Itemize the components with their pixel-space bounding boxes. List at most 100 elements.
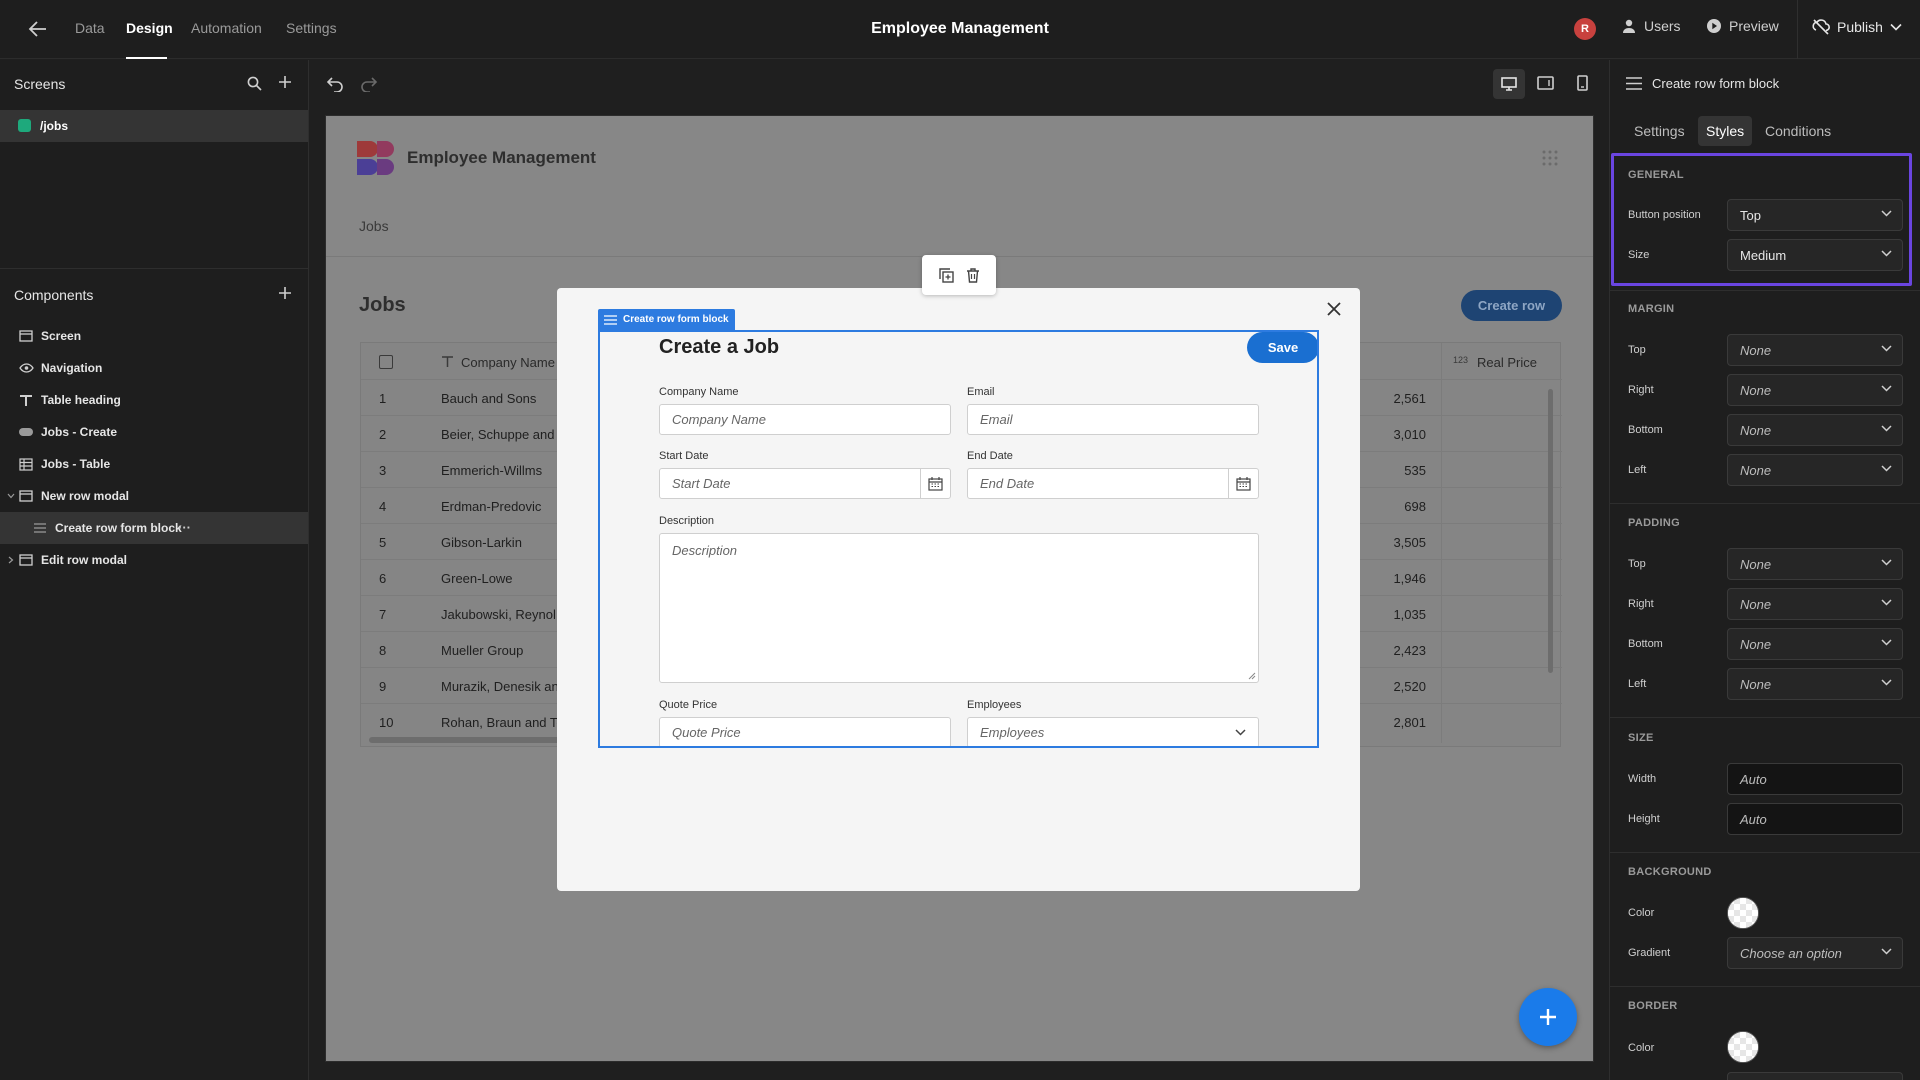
screen-route-label: /jobs bbox=[40, 119, 69, 133]
component-table-heading[interactable]: Table heading bbox=[0, 384, 308, 416]
screen-color-dot bbox=[18, 119, 31, 132]
preview-nav-link: Jobs bbox=[359, 218, 389, 234]
margin-left-select[interactable]: None bbox=[1727, 454, 1903, 486]
resize-handle-icon[interactable] bbox=[1248, 672, 1256, 680]
create-row-form-block[interactable]: Create a Job Save Company Name Company N… bbox=[598, 330, 1319, 748]
cell-num: 2 bbox=[379, 427, 387, 442]
margin-bottom-value: None bbox=[1740, 422, 1772, 438]
height-input[interactable]: Auto bbox=[1727, 803, 1903, 835]
component-label: Jobs - Create bbox=[41, 425, 118, 439]
tablet-view-icon[interactable] bbox=[1537, 76, 1554, 90]
back-arrow-icon[interactable] bbox=[28, 20, 48, 38]
avatar[interactable]: R bbox=[1574, 18, 1596, 40]
screen-item-jobs[interactable]: /jobs bbox=[0, 110, 308, 142]
margin-right-select[interactable]: None bbox=[1727, 374, 1903, 406]
trash-icon[interactable] bbox=[966, 267, 980, 283]
add-component-fab[interactable] bbox=[1519, 988, 1577, 1046]
add-component-icon[interactable] bbox=[278, 286, 292, 300]
margin-bottom-select[interactable]: None bbox=[1727, 414, 1903, 446]
chevron-down-icon[interactable] bbox=[1890, 23, 1902, 31]
component-navigation[interactable]: Navigation bbox=[0, 352, 308, 384]
margin-top-value: None bbox=[1740, 342, 1772, 358]
tab-conditions[interactable]: Conditions bbox=[1757, 116, 1839, 146]
padding-left-select[interactable]: None bbox=[1727, 668, 1903, 700]
cell-price: 3,505 bbox=[1393, 535, 1426, 550]
preview-button[interactable]: Preview bbox=[1706, 18, 1779, 34]
tab-settings[interactable]: Settings bbox=[1626, 116, 1693, 146]
chevron-down-icon[interactable] bbox=[7, 493, 15, 499]
close-icon[interactable] bbox=[1327, 302, 1341, 316]
padding-top-select[interactable]: None bbox=[1727, 548, 1903, 580]
padding-bottom-select[interactable]: None bbox=[1727, 628, 1903, 660]
section-background-title: BACKGROUND bbox=[1628, 866, 1712, 878]
cell-num: 4 bbox=[379, 499, 387, 514]
employees-select[interactable]: Employees bbox=[967, 717, 1259, 746]
quote-price-input[interactable]: Quote Price bbox=[659, 717, 951, 746]
calendar-icon[interactable] bbox=[1228, 469, 1258, 498]
padding-right-select[interactable]: None bbox=[1727, 588, 1903, 620]
panel-divider bbox=[0, 268, 308, 269]
cell-price: 2,561 bbox=[1393, 391, 1426, 406]
background-color-swatch[interactable] bbox=[1727, 897, 1759, 929]
search-icon[interactable] bbox=[247, 76, 262, 91]
cell-company: Mueller Group bbox=[441, 643, 524, 658]
quote-price-placeholder: Quote Price bbox=[672, 725, 741, 740]
nav-data[interactable]: Data bbox=[75, 20, 105, 36]
publish-button[interactable]: Publish bbox=[1812, 18, 1902, 36]
component-create-row-form-block[interactable]: Create row form block ··· bbox=[0, 512, 308, 544]
cell-num: 7 bbox=[379, 607, 387, 622]
duplicate-icon[interactable] bbox=[938, 267, 954, 283]
users-button[interactable]: Users bbox=[1621, 18, 1681, 34]
chevron-down-icon bbox=[1881, 639, 1892, 646]
component-screen[interactable]: Screen bbox=[0, 320, 308, 352]
width-input[interactable]: Auto bbox=[1727, 763, 1903, 795]
undo-icon[interactable] bbox=[326, 76, 344, 92]
vertical-scrollbar bbox=[1548, 389, 1553, 673]
column-header-real-price: Real Price bbox=[1477, 355, 1537, 370]
components-title: Components bbox=[14, 287, 94, 303]
cell-num: 6 bbox=[379, 571, 387, 586]
padding-right-value: None bbox=[1740, 596, 1772, 612]
component-new-row-modal[interactable]: New row modal bbox=[0, 480, 308, 512]
nav-settings[interactable]: Settings bbox=[286, 20, 337, 36]
component-jobs-create[interactable]: Jobs - Create bbox=[0, 416, 308, 448]
email-input[interactable]: Email bbox=[967, 404, 1259, 435]
component-edit-row-modal[interactable]: Edit row modal bbox=[0, 544, 308, 576]
border-color-swatch[interactable] bbox=[1727, 1031, 1759, 1063]
chevron-down-icon bbox=[1881, 345, 1892, 352]
nav-automation[interactable]: Automation bbox=[191, 20, 262, 36]
form-block-tag[interactable]: Create row form block bbox=[598, 309, 735, 330]
table-icon bbox=[18, 457, 34, 471]
more-options-icon[interactable]: ··· bbox=[178, 520, 191, 535]
tab-styles[interactable]: Styles bbox=[1698, 116, 1753, 146]
add-screen-icon[interactable] bbox=[278, 75, 292, 89]
chevron-down-icon bbox=[1881, 385, 1892, 392]
description-textarea[interactable]: Description bbox=[659, 533, 1259, 683]
chevron-right-icon[interactable] bbox=[8, 556, 14, 564]
save-button[interactable]: Save bbox=[1247, 332, 1317, 363]
section-divider bbox=[1610, 717, 1920, 718]
mobile-view-icon[interactable] bbox=[1577, 75, 1588, 91]
nav-design[interactable]: Design bbox=[126, 20, 173, 36]
end-date-input[interactable]: End Date bbox=[967, 468, 1259, 499]
form-title: Create a Job bbox=[659, 336, 780, 358]
component-label: New row modal bbox=[41, 489, 130, 503]
chevron-down-icon bbox=[1881, 465, 1892, 472]
desktop-view-icon[interactable] bbox=[1493, 69, 1525, 99]
screen-icon bbox=[18, 329, 34, 343]
component-jobs-table[interactable]: Jobs - Table bbox=[0, 448, 308, 480]
cell-price: 2,801 bbox=[1393, 715, 1426, 730]
component-action-toolbar bbox=[922, 255, 996, 295]
start-date-input[interactable]: Start Date bbox=[659, 468, 951, 499]
screens-title: Screens bbox=[14, 76, 66, 92]
margin-right-label: Right bbox=[1628, 384, 1654, 396]
start-date-placeholder: Start Date bbox=[672, 476, 731, 491]
gradient-select[interactable]: Choose an option bbox=[1727, 937, 1903, 969]
margin-top-select[interactable]: None bbox=[1727, 334, 1903, 366]
border-style-select[interactable] bbox=[1727, 1072, 1903, 1080]
calendar-icon[interactable] bbox=[920, 469, 950, 498]
company-name-input[interactable]: Company Name bbox=[659, 404, 951, 435]
cell-company: Erdman-Predovic bbox=[441, 499, 542, 514]
redo-icon[interactable] bbox=[360, 76, 378, 92]
section-divider bbox=[1610, 503, 1920, 504]
